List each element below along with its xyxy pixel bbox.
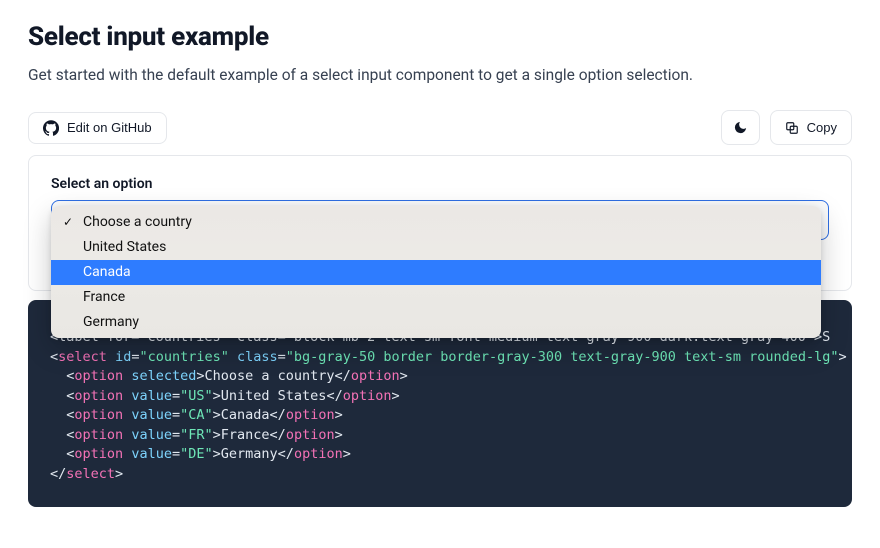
- toolbar: Edit on GitHub Copy: [28, 110, 852, 145]
- copy-icon: [785, 121, 799, 135]
- copy-button[interactable]: Copy: [770, 110, 852, 145]
- moon-icon: [733, 120, 748, 135]
- dropdown-option[interactable]: United States: [51, 235, 821, 260]
- page-subtitle: Get started with the default example of …: [28, 66, 852, 84]
- edit-github-label: Edit on GitHub: [67, 120, 152, 135]
- country-dropdown[interactable]: ✓ Choose a country United States Canada Fran…: [51, 206, 821, 338]
- dropdown-option[interactable]: Germany: [51, 310, 821, 335]
- dropdown-option[interactable]: France: [51, 285, 821, 310]
- dropdown-option[interactable]: Canada: [51, 260, 821, 285]
- check-icon: ✓: [63, 214, 73, 230]
- preview-panel: Select an option ✓ Choose a country United…: [28, 155, 852, 291]
- select-label: Select an option: [51, 176, 829, 192]
- dropdown-option-label: France: [83, 288, 125, 307]
- github-icon: [43, 120, 59, 136]
- dropdown-option-label: United States: [83, 238, 166, 257]
- edit-github-button[interactable]: Edit on GitHub: [28, 112, 167, 144]
- dropdown-option[interactable]: ✓ Choose a country: [51, 210, 821, 235]
- dropdown-option-label: Germany: [83, 313, 139, 332]
- dropdown-option-label: Canada: [83, 263, 131, 282]
- dark-mode-toggle[interactable]: [721, 110, 760, 145]
- page-title: Select input example: [28, 22, 852, 52]
- copy-label: Copy: [807, 120, 837, 135]
- dropdown-option-label: Choose a country: [83, 213, 192, 232]
